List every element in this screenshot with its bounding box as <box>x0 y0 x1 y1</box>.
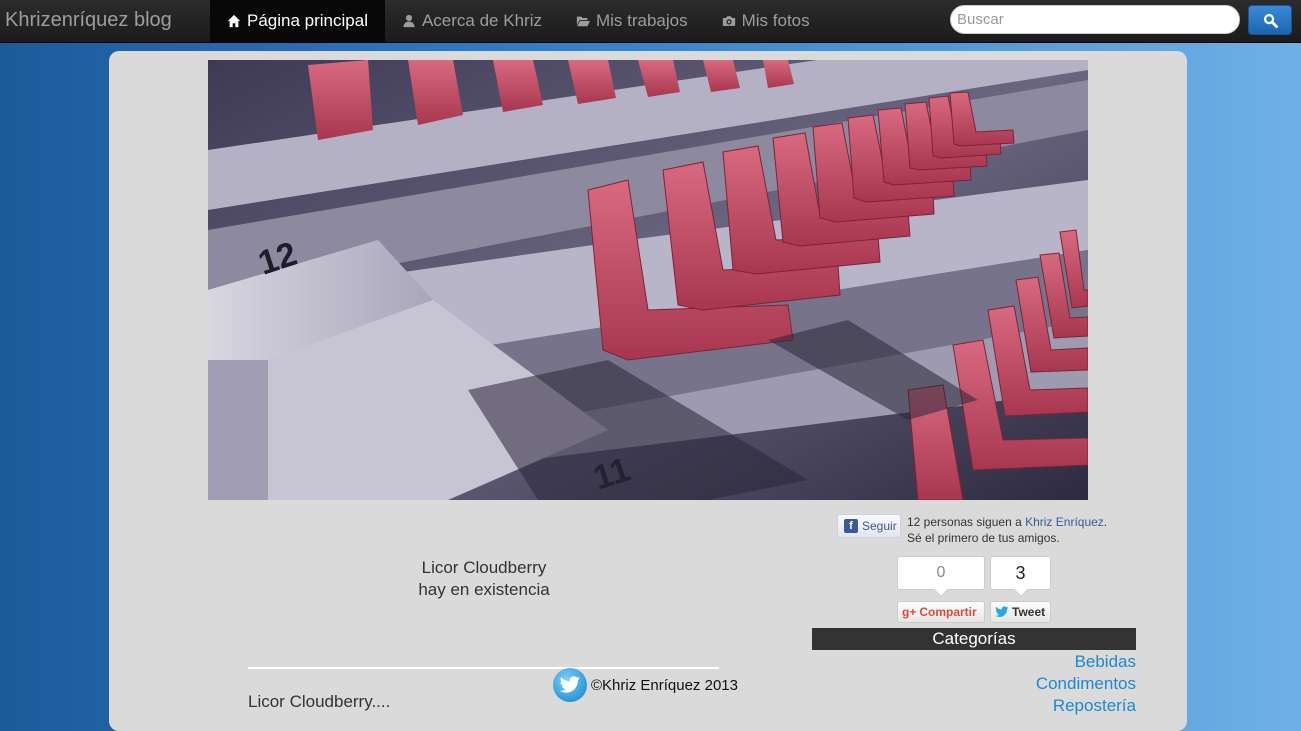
tweet-count: 3 <box>990 556 1051 590</box>
facebook-follow-button[interactable]: f Seguir <box>837 514 901 538</box>
facebook-followers-text: 12 personas siguen a Khriz Enríquez. Sé … <box>907 514 1107 546</box>
search-input[interactable] <box>950 5 1240 34</box>
facebook-followers-suffix: . <box>1103 515 1108 529</box>
nav-about-label: Acerca de Khriz <box>421 11 542 30</box>
tweet-button[interactable]: Tweet <box>990 601 1051 623</box>
nav-home[interactable]: Página principal <box>210 0 385 42</box>
category-link-condimentos[interactable]: Condimentos <box>812 673 1136 695</box>
footer: ©Khriz Enríquez 2013 <box>553 668 738 702</box>
post-excerpt-line1: Licor Cloudberry <box>421 558 547 577</box>
facebook-followers-prefix: 12 personas siguen a <box>907 515 1026 529</box>
category-link-reposteria[interactable]: Repostería <box>812 695 1136 717</box>
categories-title: Categorías <box>812 628 1136 650</box>
hero-image[interactable]: 12 11 <box>208 60 1088 500</box>
gplus-share-button[interactable]: g+ Compartir <box>897 601 985 623</box>
tweet-label: Tweet <box>1012 605 1046 619</box>
facebook-friends-text: Sé el primero de tus amigos. <box>907 531 1060 545</box>
post-excerpt: Licor Cloudberry hay en existencia <box>359 557 609 601</box>
gplus-count: 0 <box>897 556 985 590</box>
camera-icon <box>722 16 735 26</box>
post-title[interactable]: Licor Cloudberry.... <box>248 692 390 712</box>
main-panel: 12 11 <box>109 51 1187 731</box>
facebook-follow-label: Seguir <box>862 519 897 533</box>
post-excerpt-line2: hay en existencia <box>418 580 550 599</box>
nav-works[interactable]: Mis trabajos <box>559 0 705 42</box>
categories-list: Bebidas Condimentos Repostería <box>812 651 1136 717</box>
gplus-share-label: Compartir <box>919 605 977 619</box>
twitter-small-icon <box>995 606 1009 617</box>
navbar: Khrizenríquez blog Página principal Acer… <box>0 0 1301 43</box>
category-link-bebidas[interactable]: Bebidas <box>812 651 1136 673</box>
nav-works-label: Mis trabajos <box>595 11 688 30</box>
twitter-icon[interactable] <box>553 668 587 702</box>
nav-about[interactable]: Acerca de Khriz <box>385 0 559 42</box>
brand-link[interactable]: Khrizenríquez blog <box>5 0 172 42</box>
search-icon <box>1263 13 1278 28</box>
gplus-icon: g+ <box>902 605 917 619</box>
main-nav: Página principal Acerca de Khriz Mis tra… <box>210 0 827 42</box>
nav-photos[interactable]: Mis fotos <box>705 0 827 42</box>
facebook-profile-link[interactable]: Khriz Enríquez <box>1025 515 1104 529</box>
facebook-icon: f <box>844 519 858 533</box>
copyright-text: ©Khriz Enríquez 2013 <box>591 676 738 694</box>
user-icon <box>403 14 415 28</box>
nav-photos-label: Mis fotos <box>741 11 810 30</box>
search-button[interactable] <box>1248 5 1292 35</box>
folder-open-icon <box>576 16 590 27</box>
nav-home-label: Página principal <box>247 11 368 30</box>
home-icon <box>227 14 241 28</box>
